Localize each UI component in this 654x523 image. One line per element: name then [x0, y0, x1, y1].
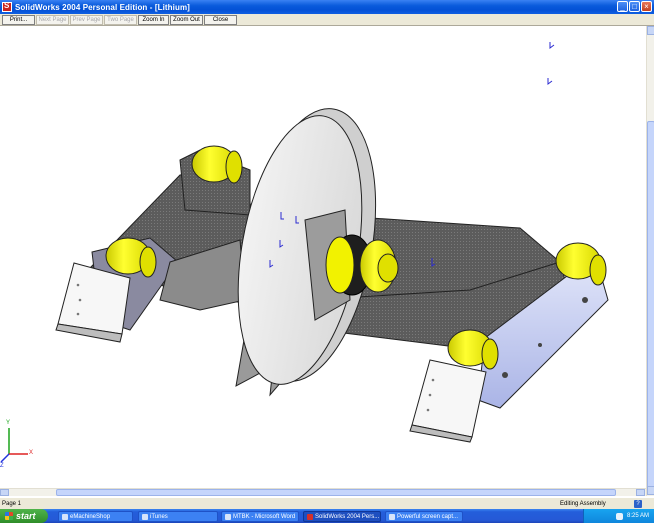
- windows-logo-icon: [5, 512, 13, 520]
- emachineshop-icon: [62, 513, 68, 520]
- right-front-wedge: [411, 359, 487, 438]
- close-window-button[interactable]: ×: [641, 1, 652, 12]
- robot-assembly-model: [0, 42, 609, 463]
- prev-page-button[interactable]: Prev Page: [70, 14, 103, 25]
- windows-taskbar: start eMachineShop iTunes MTBK - Microso…: [0, 509, 654, 523]
- start-label: start: [16, 511, 36, 521]
- triad-label-y: Y: [6, 420, 11, 426]
- maximize-button[interactable]: □: [629, 1, 640, 12]
- taskbar-item-word[interactable]: MTBK - Microsoft Word: [221, 511, 299, 522]
- vertical-scroll-thumb[interactable]: [647, 121, 654, 491]
- page-indicator: Page 1: [2, 500, 22, 507]
- help-icon[interactable]: ?: [634, 499, 642, 508]
- horizontal-scrollbar[interactable]: [0, 488, 646, 496]
- title-bar: SolidWorks 2004 Personal Edition - [Lith…: [0, 0, 654, 14]
- word-icon: [225, 513, 231, 520]
- print-preview-toolbar: Print... Next Page Prev Page Two Page Zo…: [0, 14, 654, 26]
- zoom-in-button[interactable]: Zoom In: [138, 14, 169, 25]
- system-tray: 8:25 AM: [583, 509, 654, 523]
- minimize-button[interactable]: _: [617, 1, 628, 12]
- next-page-button[interactable]: Next Page: [36, 14, 69, 25]
- solidworks-app-icon[interactable]: [2, 1, 12, 12]
- taskbar-item-solidworks[interactable]: SolidWorks 2004 Pers...: [303, 511, 381, 522]
- start-button[interactable]: start: [0, 509, 48, 523]
- taskbar-item-screen-capture[interactable]: Powerful screen capt...: [385, 511, 463, 522]
- horizontal-scroll-thumb[interactable]: [56, 489, 616, 496]
- window-title: SolidWorks 2004 Personal Edition - [Lith…: [15, 2, 190, 12]
- itunes-icon: [142, 513, 148, 520]
- clock[interactable]: 8:25 AM: [627, 513, 649, 519]
- print-button[interactable]: Print...: [2, 14, 35, 25]
- solidworks-icon: [307, 513, 313, 520]
- screen-capture-icon: [389, 513, 395, 520]
- triad-label-x: X: [29, 450, 34, 456]
- taskbar-item-emachineshop[interactable]: eMachineShop: [58, 511, 133, 522]
- triad-label-z: Z: [0, 463, 4, 469]
- two-page-button[interactable]: Two Page: [104, 14, 137, 25]
- tray-network-icon[interactable]: [615, 512, 623, 520]
- scroll-up-arrow-icon[interactable]: [647, 26, 654, 35]
- wheel-rear-left: [191, 145, 243, 184]
- scroll-right-arrow-icon[interactable]: [636, 489, 645, 496]
- editing-mode-status: Editing Assembly: [560, 500, 606, 507]
- scroll-down-arrow-icon[interactable]: [647, 486, 654, 495]
- close-preview-button[interactable]: Close: [204, 14, 237, 25]
- scroll-left-arrow-icon[interactable]: [0, 489, 9, 496]
- zoom-out-button[interactable]: Zoom Out: [170, 14, 203, 25]
- taskbar-item-itunes[interactable]: iTunes: [138, 511, 218, 522]
- window-controls: _ □ ×: [617, 1, 652, 12]
- axis-triad-icon: [0, 428, 28, 463]
- vertical-scrollbar[interactable]: [646, 26, 654, 496]
- print-preview-canvas[interactable]: Y X Z: [0, 26, 646, 488]
- status-bar: Page 1 Editing Assembly ?: [0, 497, 654, 509]
